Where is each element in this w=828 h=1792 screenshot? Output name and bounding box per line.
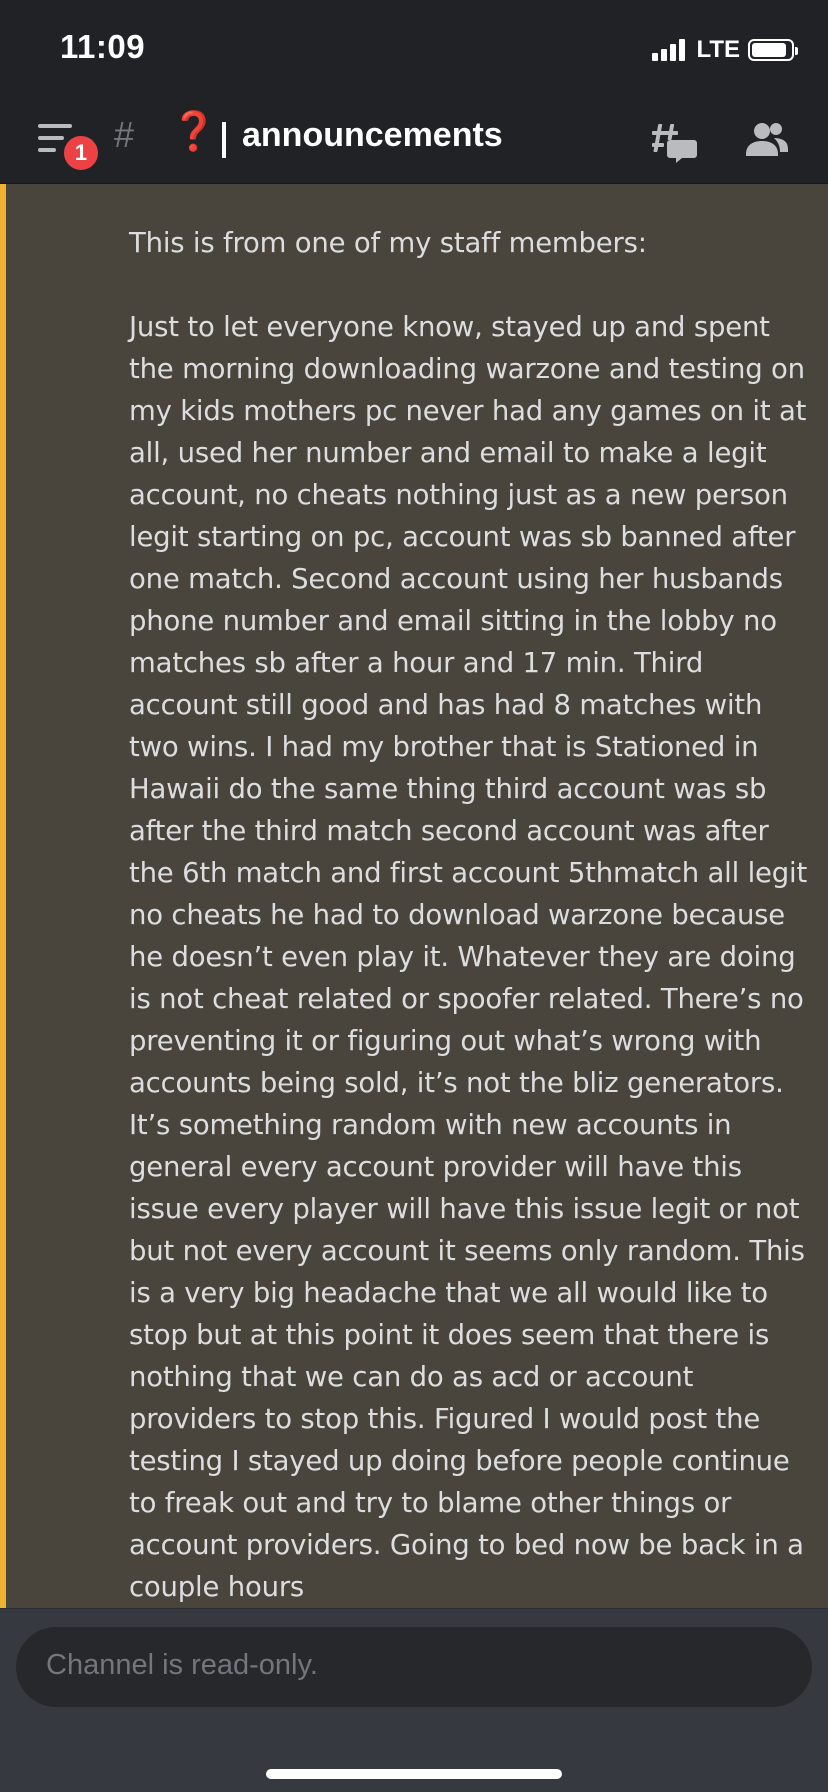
- channel-name-divider: [222, 122, 226, 158]
- home-indicator[interactable]: [266, 1769, 562, 1779]
- message-content: This is from one of my staff members: Ju…: [129, 227, 808, 1603]
- battery-icon: [748, 39, 798, 61]
- members-icon[interactable]: [742, 120, 790, 160]
- read-only-input[interactable]: Channel is read-only.: [16, 1627, 812, 1707]
- composer-placeholder: Channel is read-only.: [46, 1649, 318, 1681]
- status-indicators: LTE: [652, 36, 798, 64]
- channel-name[interactable]: announcements: [242, 116, 503, 155]
- threads-icon[interactable]: [650, 120, 698, 164]
- battery-cap: [795, 47, 798, 55]
- notification-badge: 1: [60, 132, 102, 174]
- channel-hash-icon: #: [114, 114, 135, 155]
- status-bar: 11:09 LTE: [0, 0, 828, 92]
- status-time: 11:09: [60, 28, 146, 65]
- question-emoji-icon: ❓: [170, 111, 218, 153]
- network-type: LTE: [696, 36, 740, 63]
- message-composer: Channel is read-only.: [0, 1608, 828, 1792]
- channel-header: 1 # ❓ announcements: [0, 92, 828, 184]
- cellular-signal-icon: [652, 39, 688, 61]
- highlighted-message[interactable]: This is from one of my staff members: Ju…: [0, 184, 828, 1608]
- battery-level: [752, 43, 786, 57]
